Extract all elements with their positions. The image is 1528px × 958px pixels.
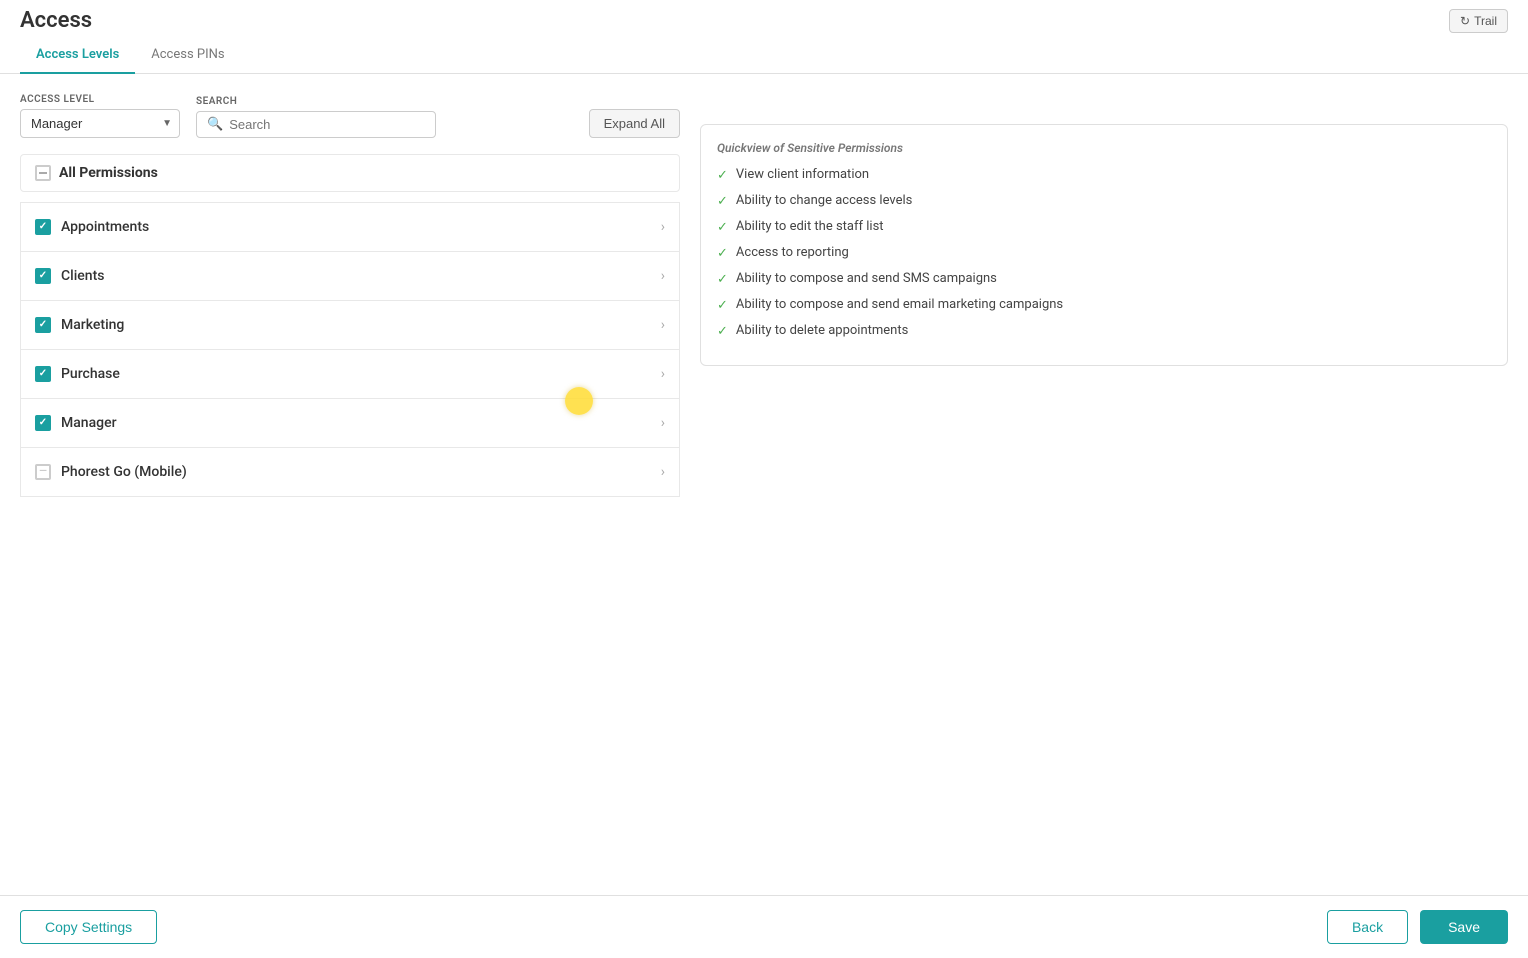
checkmark-purchase: ✓ bbox=[39, 369, 47, 379]
quickview-item-label-2: Ability to edit the staff list bbox=[736, 219, 884, 234]
quickview-item-2: ✓ Ability to edit the staff list bbox=[717, 219, 1491, 235]
trail-icon: ↻ bbox=[1460, 14, 1470, 28]
chevron-phorest-go-icon: › bbox=[661, 464, 665, 480]
checkmark-manager: ✓ bbox=[39, 418, 47, 428]
footer-left: Copy Settings bbox=[20, 910, 157, 944]
permission-left-clients: ✓ Clients bbox=[35, 268, 104, 284]
chevron-clients-icon: › bbox=[661, 268, 665, 284]
permission-left-manager: ✓ Manager bbox=[35, 415, 117, 431]
check-icon-0: ✓ bbox=[717, 168, 728, 183]
permission-name-marketing: Marketing bbox=[61, 317, 124, 333]
permission-item-purchase[interactable]: ✓ Purchase › bbox=[20, 349, 680, 398]
quickview-item-label-3: Access to reporting bbox=[736, 245, 849, 260]
quickview-item-1: ✓ Ability to change access levels bbox=[717, 193, 1491, 209]
access-level-label: ACCESS LEVEL bbox=[20, 94, 180, 105]
checkmark-marketing: ✓ bbox=[39, 320, 47, 330]
access-level-group: ACCESS LEVEL Manager ▼ bbox=[20, 94, 180, 138]
chevron-marketing-icon: › bbox=[661, 317, 665, 333]
search-group: SEARCH 🔍 bbox=[196, 96, 436, 138]
quickview-item-label-5: Ability to compose and send email market… bbox=[736, 297, 1063, 312]
permission-name-phorest-go: Phorest Go (Mobile) bbox=[61, 464, 187, 480]
checkmark-clients: ✓ bbox=[39, 271, 47, 281]
quickview-item-label-0: View client information bbox=[736, 167, 869, 182]
page-header: Access ↻ Trail bbox=[0, 0, 1528, 33]
permission-name-appointments: Appointments bbox=[61, 219, 149, 235]
permission-item-marketing[interactable]: ✓ Marketing › bbox=[20, 300, 680, 349]
left-panel: ACCESS LEVEL Manager ▼ SEARCH 🔍 E bbox=[20, 94, 680, 497]
main-content: ACCESS LEVEL Manager ▼ SEARCH 🔍 E bbox=[0, 74, 1528, 577]
checkbox-manager[interactable]: ✓ bbox=[35, 415, 51, 431]
copy-settings-button[interactable]: Copy Settings bbox=[20, 910, 157, 944]
controls-row: ACCESS LEVEL Manager ▼ SEARCH 🔍 E bbox=[20, 94, 680, 138]
quickview-item-4: ✓ Ability to compose and send SMS campai… bbox=[717, 271, 1491, 287]
check-icon-4: ✓ bbox=[717, 272, 728, 287]
chevron-manager-icon: › bbox=[661, 415, 665, 431]
permission-left-phorest-go: — Phorest Go (Mobile) bbox=[35, 464, 187, 480]
footer-right: Back Save bbox=[1327, 910, 1508, 944]
permission-name-purchase: Purchase bbox=[61, 366, 120, 382]
check-icon-6: ✓ bbox=[717, 324, 728, 339]
check-icon-1: ✓ bbox=[717, 194, 728, 209]
all-permissions-label: All Permissions bbox=[59, 165, 158, 181]
footer: Copy Settings Back Save bbox=[0, 895, 1528, 958]
access-level-select[interactable]: Manager bbox=[20, 109, 180, 138]
search-wrapper: 🔍 bbox=[196, 111, 436, 138]
quickview-item-6: ✓ Ability to delete appointments bbox=[717, 323, 1491, 339]
check-icon-3: ✓ bbox=[717, 246, 728, 261]
quickview-item-label-1: Ability to change access levels bbox=[736, 193, 912, 208]
checkmark-appointments: ✓ bbox=[39, 222, 47, 232]
checkbox-phorest-go[interactable]: — bbox=[35, 464, 51, 480]
permission-left-appointments: ✓ Appointments bbox=[35, 219, 149, 235]
search-label: SEARCH bbox=[196, 96, 436, 107]
quickview-item-3: ✓ Access to reporting bbox=[717, 245, 1491, 261]
tabs-bar: Access Levels Access PINs bbox=[0, 37, 1528, 74]
permission-item-clients[interactable]: ✓ Clients › bbox=[20, 251, 680, 300]
quickview-item-0: ✓ View client information bbox=[717, 167, 1491, 183]
permission-name-clients: Clients bbox=[61, 268, 104, 284]
search-icon: 🔍 bbox=[207, 117, 223, 132]
dash-line bbox=[39, 172, 47, 174]
check-icon-2: ✓ bbox=[717, 220, 728, 235]
right-panel: Quickview of Sensitive Permissions ✓ Vie… bbox=[700, 94, 1508, 497]
all-permissions-row: All Permissions bbox=[20, 154, 680, 192]
checkbox-marketing[interactable]: ✓ bbox=[35, 317, 51, 333]
quickview-title: Quickview of Sensitive Permissions bbox=[717, 141, 1491, 155]
permission-left-marketing: ✓ Marketing bbox=[35, 317, 124, 333]
chevron-appointments-icon: › bbox=[661, 219, 665, 235]
page-title: Access bbox=[20, 8, 92, 33]
quickview-item-label-6: Ability to delete appointments bbox=[736, 323, 908, 338]
checkbox-clients[interactable]: ✓ bbox=[35, 268, 51, 284]
expand-all-button[interactable]: Expand All bbox=[589, 109, 680, 138]
tab-access-levels[interactable]: Access Levels bbox=[20, 37, 135, 74]
trail-button[interactable]: ↻ Trail bbox=[1449, 9, 1508, 33]
check-icon-5: ✓ bbox=[717, 298, 728, 313]
chevron-purchase-icon: › bbox=[661, 366, 665, 382]
permission-item-manager[interactable]: ✓ Manager › bbox=[20, 398, 680, 447]
permission-item-phorest-go[interactable]: — Phorest Go (Mobile) › bbox=[20, 447, 680, 497]
permission-name-manager: Manager bbox=[61, 415, 117, 431]
permission-item-appointments[interactable]: ✓ Appointments › bbox=[20, 202, 680, 251]
back-button[interactable]: Back bbox=[1327, 910, 1408, 944]
quickview-item-label-4: Ability to compose and send SMS campaign… bbox=[736, 271, 997, 286]
access-level-select-wrapper: Manager ▼ bbox=[20, 109, 180, 138]
search-input[interactable] bbox=[229, 117, 425, 132]
quickview-panel: Quickview of Sensitive Permissions ✓ Vie… bbox=[700, 124, 1508, 366]
checkbox-appointments[interactable]: ✓ bbox=[35, 219, 51, 235]
quickview-item-5: ✓ Ability to compose and send email mark… bbox=[717, 297, 1491, 313]
permissions-list: ✓ Appointments › ✓ Clients › bbox=[20, 202, 680, 497]
tab-access-pins[interactable]: Access PINs bbox=[135, 37, 240, 74]
checkmark-phorest-go: — bbox=[39, 467, 47, 477]
all-permissions-checkbox[interactable] bbox=[35, 165, 51, 181]
permission-left-purchase: ✓ Purchase bbox=[35, 366, 120, 382]
save-button[interactable]: Save bbox=[1420, 910, 1508, 944]
checkbox-purchase[interactable]: ✓ bbox=[35, 366, 51, 382]
